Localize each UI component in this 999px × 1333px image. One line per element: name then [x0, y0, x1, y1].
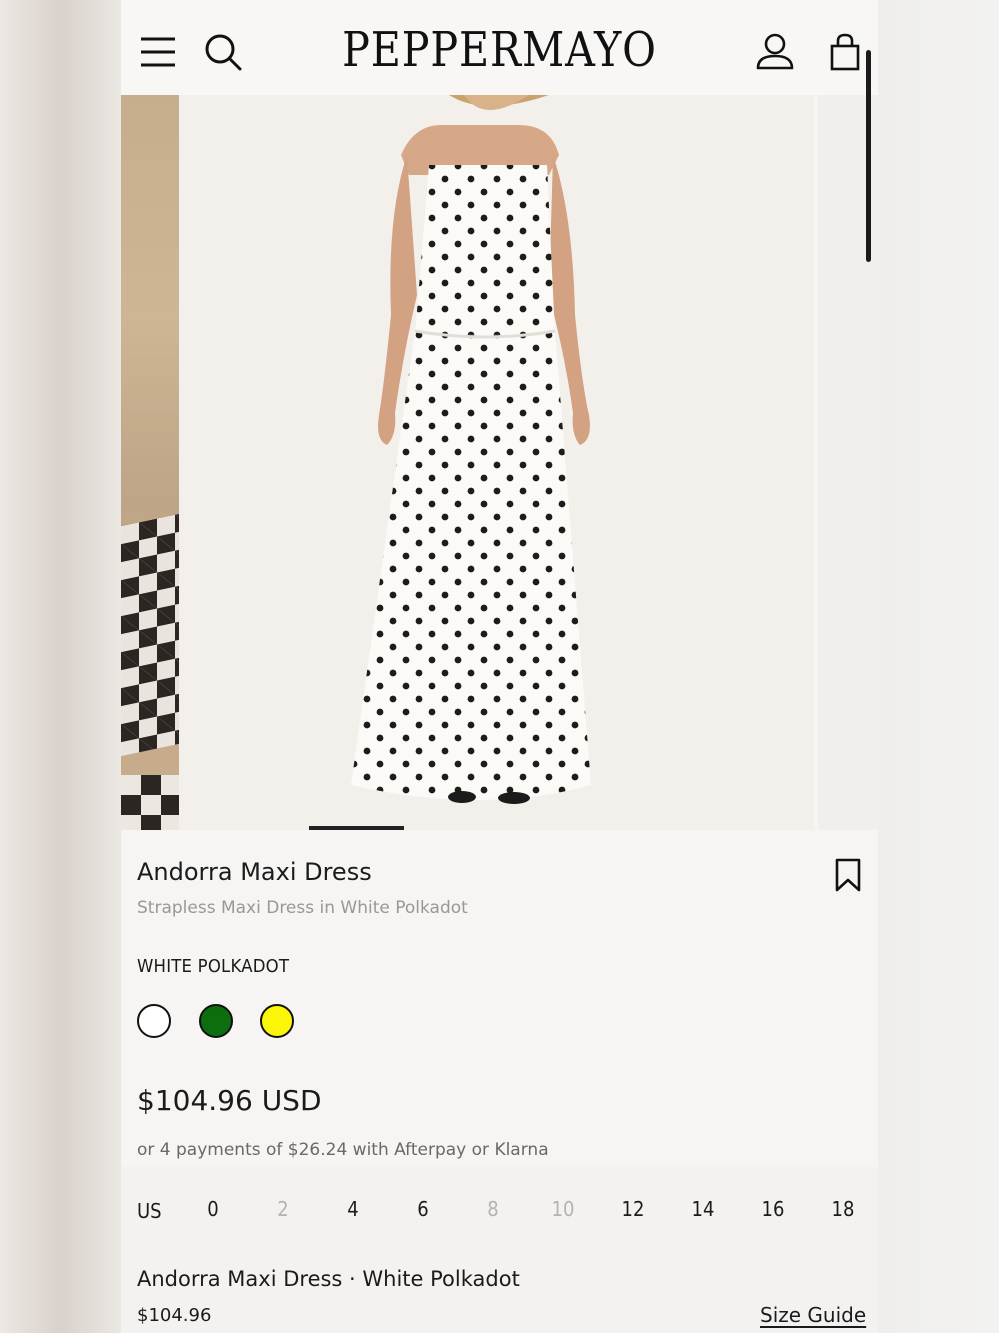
page-scrollbar[interactable]	[866, 50, 871, 262]
size-option[interactable]: 2	[261, 1197, 306, 1221]
product-page: PEPPERMAYO Andorra Maxi Dress Strapless …	[121, 0, 878, 1333]
size-option[interactable]: 12	[611, 1197, 656, 1221]
product-price: $104.96 USD	[137, 1084, 322, 1117]
size-option[interactable]: 4	[331, 1197, 376, 1221]
color-swatch-yellow[interactable]	[260, 1004, 294, 1038]
size-guide-link[interactable]: Size Guide	[760, 1303, 866, 1327]
background-right	[878, 0, 999, 1333]
sticky-product-title: Andorra Maxi Dress · White Polkadot	[137, 1267, 520, 1291]
installment-info: or 4 payments of $26.24 with Afterpay or…	[137, 1140, 549, 1160]
product-subtitle: Strapless Maxi Dress in White Polkadot	[137, 898, 468, 918]
header: PEPPERMAYO	[121, 0, 878, 95]
previous-product-image[interactable]	[121, 95, 179, 830]
carousel-indicator	[309, 826, 404, 830]
bag-button[interactable]	[823, 28, 867, 76]
size-option[interactable]: 14	[681, 1197, 726, 1221]
color-swatch-green[interactable]	[199, 1004, 233, 1038]
bag-icon	[830, 33, 860, 71]
tiled-floor-image	[121, 513, 179, 757]
sticky-product-price: $104.96	[137, 1305, 212, 1326]
account-button[interactable]	[753, 28, 797, 76]
size-option[interactable]: 18	[821, 1197, 866, 1221]
product-image[interactable]	[179, 95, 814, 830]
size-option[interactable]: 16	[751, 1197, 796, 1221]
size-option[interactable]: 10	[541, 1197, 586, 1221]
brand-logo[interactable]: PEPPERMAYO	[174, 22, 825, 78]
bookmark-icon	[835, 858, 861, 892]
model-wearing-dress-image	[351, 95, 591, 804]
menu-icon	[141, 37, 175, 67]
size-option[interactable]: 6	[401, 1197, 446, 1221]
color-swatch-white[interactable]	[137, 1004, 171, 1038]
size-option[interactable]: 0	[191, 1197, 236, 1221]
size-unit-label: US	[137, 1199, 162, 1223]
tiled-floor-image	[121, 775, 179, 830]
account-icon	[756, 33, 794, 70]
size-option[interactable]: 8	[471, 1197, 516, 1221]
product-image-carousel[interactable]	[121, 95, 878, 830]
size-selector-bar: US 0 2 4 6 8 10 12 14 16 18 Andorra Maxi…	[121, 1167, 878, 1333]
product-title: Andorra Maxi Dress	[137, 858, 372, 886]
wishlist-button[interactable]	[834, 858, 866, 894]
selected-color-label: WHITE POLKADOT	[137, 956, 290, 977]
